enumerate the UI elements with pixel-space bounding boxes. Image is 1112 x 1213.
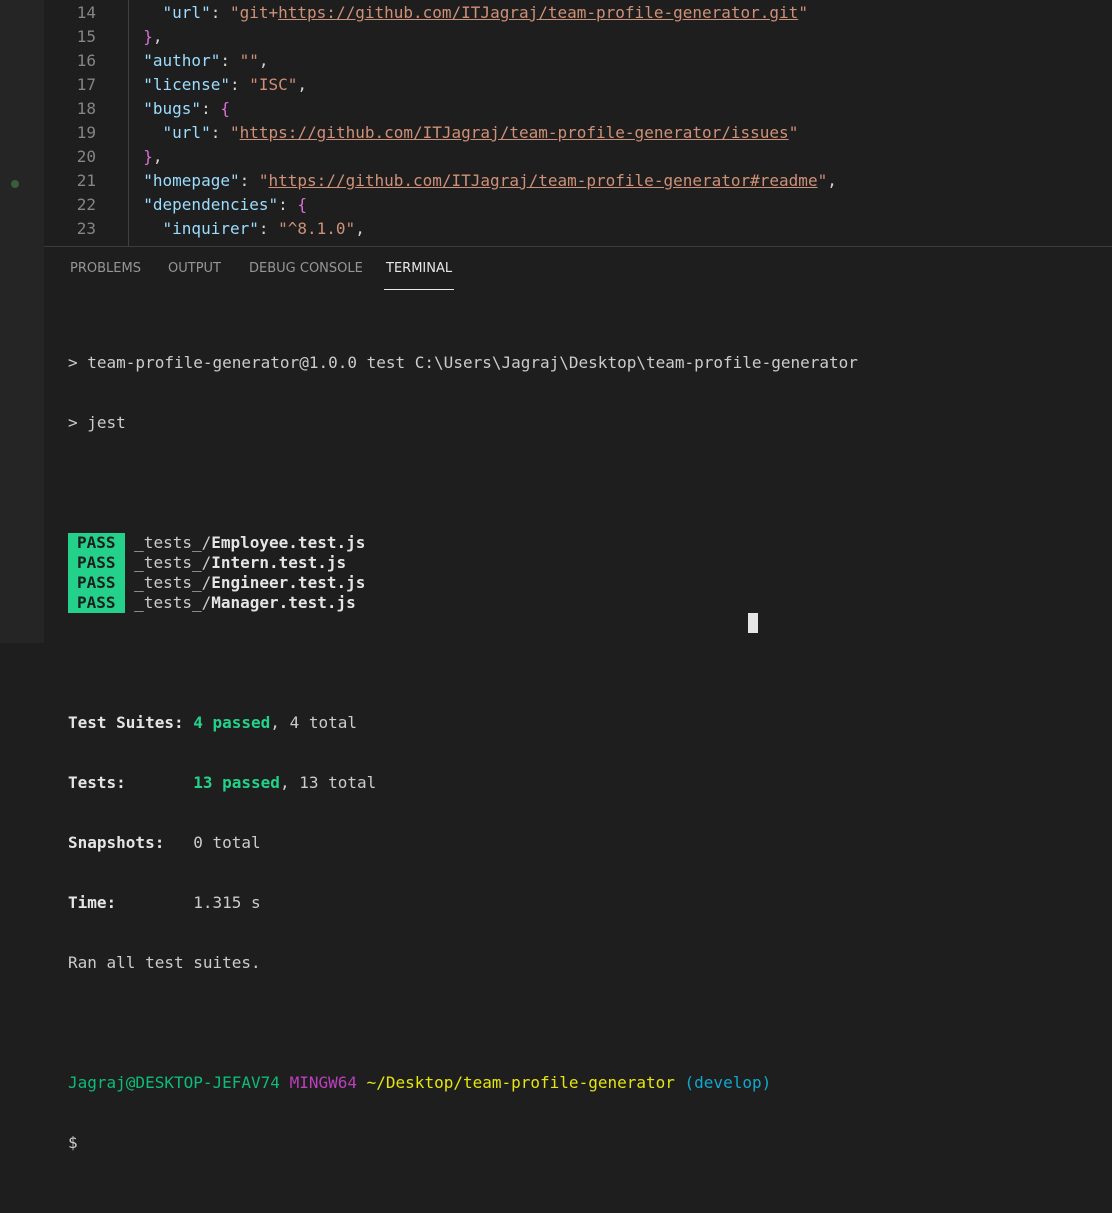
summary-ran-all: Ran all test suites. xyxy=(68,953,261,972)
pass-badge: PASS xyxy=(68,593,125,613)
terminal-cursor xyxy=(748,613,758,633)
tab-debug-console[interactable]: DEBUG CONSOLE xyxy=(249,261,363,289)
code-line[interactable]: 14 "url": "git+https://github.com/ITJagr… xyxy=(44,1,1112,25)
modified-indicator-icon xyxy=(11,180,19,188)
test-result-row: PASS _tests_/Manager.test.js xyxy=(68,593,1108,613)
code-line[interactable]: 17 "license": "ISC", xyxy=(44,73,1112,97)
summary-time: Time: 1.315 s xyxy=(68,893,261,912)
code-text: "license": "ISC", xyxy=(143,75,308,94)
code-text: "author": "", xyxy=(143,51,269,70)
code-editor[interactable]: 14 "url": "git+https://github.com/ITJagr… xyxy=(44,0,1112,246)
code-line[interactable]: 18 "bugs": { xyxy=(44,97,1112,121)
code-text: }, xyxy=(143,147,163,166)
line-number: 23 xyxy=(76,219,96,238)
code-text: }, xyxy=(143,27,163,46)
line-number: 20 xyxy=(76,147,96,166)
code-text: "inquirer": "^8.1.0", xyxy=(162,219,365,238)
test-result-row: PASS _tests_/Intern.test.js xyxy=(68,553,1108,573)
code-line[interactable]: 22 "dependencies": { xyxy=(44,193,1112,217)
pass-badge: PASS xyxy=(68,553,125,573)
shell-prompt-info: Jagraj@DESKTOP-JEFAV74 MINGW64 ~/Desktop… xyxy=(68,1073,772,1092)
bottom-panel: PROBLEMS OUTPUT DEBUG CONSOLE TERMINAL >… xyxy=(44,246,1112,1152)
line-number: 19 xyxy=(76,123,96,142)
code-text: "dependencies": { xyxy=(143,195,308,214)
test-result-row: PASS _tests_/Engineer.test.js xyxy=(68,573,1108,593)
code-line[interactable]: 16 "author": "", xyxy=(44,49,1112,73)
code-text: "homepage": "https://github.com/ITJagraj… xyxy=(143,171,837,190)
line-number: 14 xyxy=(76,3,96,22)
terminal-command-line: > jest xyxy=(68,413,126,432)
terminal-script-line: > team-profile-generator@1.0.0 test C:\U… xyxy=(68,353,858,372)
pass-badge: PASS xyxy=(68,573,125,593)
code-line[interactable]: 21 "homepage": "https://github.com/ITJag… xyxy=(44,169,1112,193)
line-number: 17 xyxy=(76,75,96,94)
line-number: 16 xyxy=(76,51,96,70)
panel-tabs: PROBLEMS OUTPUT DEBUG CONSOLE TERMINAL xyxy=(44,247,1112,290)
summary-suites: Test Suites: 4 passed, 4 total xyxy=(68,713,357,732)
summary-tests: Tests: 13 passed, 13 total xyxy=(68,773,377,792)
line-number: 18 xyxy=(76,99,96,118)
code-line[interactable]: 23 "inquirer": "^8.1.0", xyxy=(44,217,1112,241)
test-results: PASS _tests_/Employee.test.js PASS _tests… xyxy=(68,533,1108,613)
code-line[interactable]: 20 }, xyxy=(44,145,1112,169)
pass-badge: PASS xyxy=(68,533,125,553)
line-number: 21 xyxy=(76,171,96,190)
tab-problems[interactable]: PROBLEMS xyxy=(70,261,141,289)
code-line[interactable]: 15 }, xyxy=(44,25,1112,49)
code-text: "url": "git+https://github.com/ITJagraj/… xyxy=(162,3,808,22)
tab-output[interactable]: OUTPUT xyxy=(168,261,221,289)
code-line[interactable]: 19 "url": "https://github.com/ITJagraj/t… xyxy=(44,121,1112,145)
activity-strip xyxy=(0,0,44,643)
test-result-row: PASS _tests_/Employee.test.js xyxy=(68,533,1108,553)
tab-terminal[interactable]: TERMINAL xyxy=(383,261,455,290)
code-text: "bugs": { xyxy=(143,99,230,118)
terminal-output[interactable]: > team-profile-generator@1.0.0 test C:\U… xyxy=(68,313,1108,1213)
line-number: 22 xyxy=(76,195,96,214)
code-text: "url": "https://github.com/ITJagraj/team… xyxy=(162,123,799,142)
prompt-symbol: $ xyxy=(68,1133,78,1152)
summary-snapshots: Snapshots: 0 total xyxy=(68,833,261,852)
shell-prompt-line[interactable]: $ xyxy=(68,1133,1108,1153)
line-number: 15 xyxy=(76,27,96,46)
